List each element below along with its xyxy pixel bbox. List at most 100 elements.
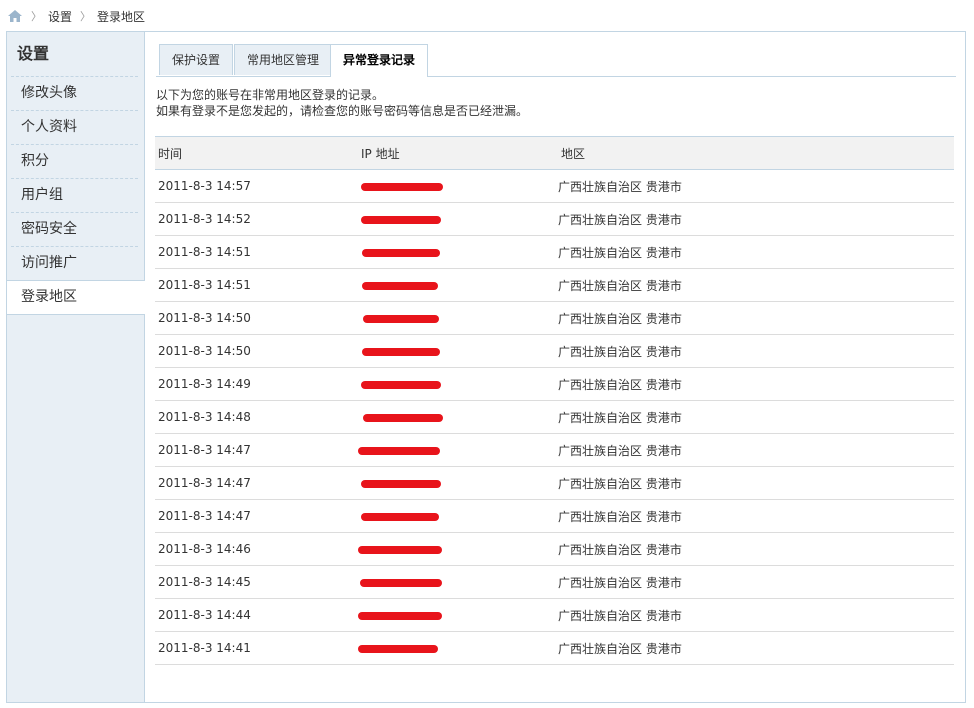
ip-redaction-mark — [363, 315, 439, 323]
cell-time: 2011-8-3 14:41 — [158, 641, 251, 655]
cell-time: 2011-8-3 14:45 — [158, 575, 251, 589]
cell-time: 2011-8-3 14:48 — [158, 410, 251, 424]
cell-region: 广西壮族自治区 贵港市 — [558, 509, 682, 524]
cell-region: 广西壮族自治区 贵港市 — [558, 542, 682, 557]
table-row: 2011-8-3 14:57 广西壮族自治区 贵港市 — [155, 170, 954, 203]
table-header: 时间 IP 地址 地区 — [155, 136, 954, 170]
cell-ip — [358, 368, 558, 400]
table-row: 2011-8-3 14:50 广西壮族自治区 贵港市 — [155, 335, 954, 368]
cell-ip — [358, 170, 558, 202]
cell-region: 广西壮族自治区 贵港市 — [558, 410, 682, 425]
cell-ip — [358, 599, 558, 631]
table-body: 2011-8-3 14:57 广西壮族自治区 贵港市 2011-8-3 14:52 广… — [155, 170, 954, 665]
sidebar-menu: 修改头像 个人资料 积分 用户组 密码安全 访问推广 登录地区 — [7, 76, 145, 315]
sidebar-item-profile[interactable]: 个人资料 — [11, 110, 138, 144]
cell-region: 广西壮族自治区 贵港市 — [558, 476, 682, 491]
breadcrumb-separator-icon: 〉 — [80, 10, 92, 23]
table-row: 2011-8-3 14:49 广西壮族自治区 贵港市 — [155, 368, 954, 401]
tab-protection-settings[interactable]: 保护设置 — [159, 44, 234, 75]
cell-region: 广西壮族自治区 贵港市 — [558, 641, 682, 656]
cell-region: 广西壮族自治区 贵港市 — [558, 212, 682, 227]
main-content: 保护设置 常用地区管理 异常登录记录 以下为您的账号在非常用地区登录的记录。 如… — [156, 44, 956, 119]
sidebar-item-promotion[interactable]: 访问推广 — [11, 246, 138, 280]
header-region: 地区 — [561, 146, 586, 161]
cell-ip — [358, 302, 558, 334]
cell-time: 2011-8-3 14:57 — [158, 179, 251, 193]
cell-time: 2011-8-3 14:47 — [158, 476, 251, 490]
intro-line-2: 如果有登录不是您发起的，请检查您的账号密码等信息是否已经泄漏。 — [156, 104, 529, 118]
header-ip: IP 地址 — [361, 146, 400, 161]
cell-time: 2011-8-3 14:49 — [158, 377, 251, 391]
cell-ip — [358, 401, 558, 433]
cell-ip — [358, 434, 558, 466]
cell-ip — [358, 335, 558, 367]
table-row: 2011-8-3 14:47 广西壮族自治区 贵港市 — [155, 467, 954, 500]
cell-ip — [358, 203, 558, 235]
intro-text: 以下为您的账号在非常用地区登录的记录。 如果有登录不是您发起的，请检查您的账号密… — [156, 87, 956, 119]
ip-redaction-mark — [362, 249, 440, 257]
table-row: 2011-8-3 14:51 广西壮族自治区 贵港市 — [155, 236, 954, 269]
ip-redaction-mark — [358, 645, 438, 653]
ip-redaction-mark — [363, 414, 443, 422]
tab-bar: 保护设置 常用地区管理 异常登录记录 — [156, 44, 956, 77]
table-row: 2011-8-3 14:45 广西壮族自治区 贵港市 — [155, 566, 954, 599]
settings-panel: 设置 修改头像 个人资料 积分 用户组 密码安全 访问推广 登录地区 保护设置 … — [6, 31, 966, 703]
cell-ip — [358, 500, 558, 532]
cell-ip — [358, 533, 558, 565]
ip-redaction-mark — [361, 216, 441, 224]
cell-region: 广西壮族自治区 贵港市 — [558, 377, 682, 392]
breadcrumb-link-settings[interactable]: 设置 — [48, 8, 72, 25]
cell-time: 2011-8-3 14:50 — [158, 311, 251, 325]
table-row: 2011-8-3 14:52 广西壮族自治区 贵港市 — [155, 203, 954, 236]
cell-region: 广西壮族自治区 贵港市 — [558, 344, 682, 359]
cell-region: 广西壮族自治区 贵港市 — [558, 575, 682, 590]
sidebar-item-usergroup[interactable]: 用户组 — [11, 178, 138, 212]
table-row: 2011-8-3 14:50 广西壮族自治区 贵港市 — [155, 302, 954, 335]
cell-time: 2011-8-3 14:51 — [158, 245, 251, 259]
ip-redaction-mark — [358, 546, 442, 554]
ip-redaction-mark — [361, 381, 441, 389]
cell-time: 2011-8-3 14:50 — [158, 344, 251, 358]
cell-ip — [358, 632, 558, 664]
breadcrumb-separator-icon: 〉 — [31, 10, 42, 23]
cell-region: 广西壮族自治区 贵港市 — [558, 179, 682, 194]
ip-redaction-mark — [360, 579, 442, 587]
sidebar: 设置 修改头像 个人资料 积分 用户组 密码安全 访问推广 登录地区 — [7, 32, 145, 702]
cell-region: 广西壮族自治区 贵港市 — [558, 245, 682, 260]
cell-region: 广西壮族自治区 贵港市 — [558, 278, 682, 293]
tab-abnormal-login[interactable]: 异常登录记录 — [330, 44, 429, 77]
table-row: 2011-8-3 14:51 广西壮族自治区 贵港市 — [155, 269, 954, 302]
cell-ip — [358, 236, 558, 268]
ip-redaction-mark — [361, 513, 439, 521]
sidebar-item-avatar[interactable]: 修改头像 — [11, 76, 138, 110]
cell-region: 广西壮族自治区 贵港市 — [558, 443, 682, 458]
sidebar-title: 设置 — [17, 44, 50, 63]
sidebar-item-credits[interactable]: 积分 — [11, 144, 138, 178]
cell-time: 2011-8-3 14:46 — [158, 542, 251, 556]
table-row: 2011-8-3 14:41 广西壮族自治区 贵港市 — [155, 632, 954, 665]
login-records-table: 时间 IP 地址 地区 2011-8-3 14:57 广西壮族自治区 贵港市 201… — [155, 136, 954, 665]
cell-region: 广西壮族自治区 贵港市 — [558, 608, 682, 623]
breadcrumb: 〉 设置 〉 登录地区 — [7, 6, 145, 26]
ip-redaction-mark — [362, 348, 440, 356]
table-row: 2011-8-3 14:46 广西壮族自治区 贵港市 — [155, 533, 954, 566]
ip-redaction-mark — [358, 447, 440, 455]
ip-redaction-mark — [358, 612, 442, 620]
tab-common-region[interactable]: 常用地区管理 — [234, 44, 333, 75]
table-row: 2011-8-3 14:48 广西壮族自治区 贵港市 — [155, 401, 954, 434]
cell-time: 2011-8-3 14:52 — [158, 212, 251, 226]
ip-redaction-mark — [362, 282, 438, 290]
breadcrumb-link-login-region[interactable]: 登录地区 — [97, 8, 145, 25]
sidebar-item-login-region[interactable]: 登录地区 — [7, 280, 145, 315]
table-row: 2011-8-3 14:44 广西壮族自治区 贵港市 — [155, 599, 954, 632]
sidebar-item-password-security[interactable]: 密码安全 — [11, 212, 138, 246]
home-icon[interactable] — [7, 9, 23, 23]
table-row: 2011-8-3 14:47 广西壮族自治区 贵港市 — [155, 500, 954, 533]
cell-time: 2011-8-3 14:47 — [158, 509, 251, 523]
ip-redaction-mark — [361, 183, 443, 191]
intro-line-1: 以下为您的账号在非常用地区登录的记录。 — [156, 88, 385, 102]
cell-ip — [358, 269, 558, 301]
cell-ip — [358, 467, 558, 499]
ip-redaction-mark — [361, 480, 441, 488]
cell-time: 2011-8-3 14:51 — [158, 278, 251, 292]
